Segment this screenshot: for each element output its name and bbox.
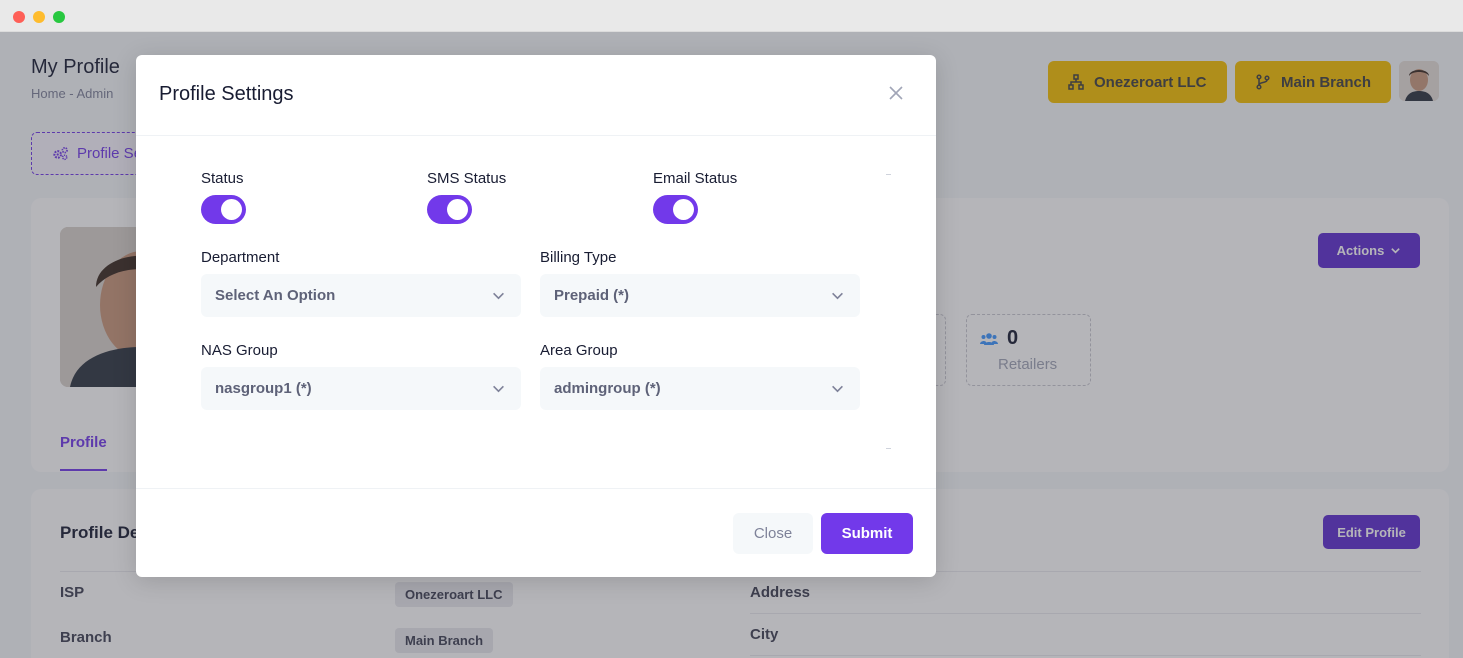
modal-footer-divider [136, 488, 936, 489]
app-background: My Profile Home - Admin Onezeroart LLC M… [0, 32, 1463, 658]
sms-status-label: SMS Status [427, 170, 507, 187]
modal-title: Profile Settings [159, 83, 294, 105]
billing-type-label: Billing Type [540, 249, 617, 266]
window-minimize-dot[interactable] [33, 11, 45, 23]
toggle-knob [673, 199, 694, 220]
billing-type-select[interactable]: Prepaid (*) [540, 274, 860, 317]
chevron-down-icon [493, 385, 504, 393]
email-status-toggle[interactable] [653, 195, 698, 224]
department-select-value: Select An Option [215, 287, 336, 304]
submit-button[interactable]: Submit [821, 513, 913, 554]
nas-group-select-value: nasgroup1 (*) [215, 380, 312, 397]
department-select[interactable]: Select An Option [201, 274, 521, 317]
chevron-down-icon [832, 385, 843, 393]
nas-group-select[interactable]: nasgroup1 (*) [201, 367, 521, 410]
toggle-knob [221, 199, 242, 220]
close-button[interactable]: Close [733, 513, 813, 554]
area-group-select-value: admingroup (*) [554, 380, 661, 397]
sms-status-toggle[interactable] [427, 195, 472, 224]
window-close-dot[interactable] [13, 11, 25, 23]
toggle-knob [447, 199, 468, 220]
chevron-down-icon [493, 292, 504, 300]
area-group-select[interactable]: admingroup (*) [540, 367, 860, 410]
billing-type-select-value: Prepaid (*) [554, 287, 630, 304]
department-label: Department [201, 249, 280, 266]
status-label: Status [201, 170, 244, 187]
modal-header-divider [136, 135, 936, 136]
area-group-label: Area Group [540, 342, 618, 359]
scrollbar-top-tick [886, 174, 891, 175]
window-zoom-dot[interactable] [53, 11, 65, 23]
close-icon[interactable] [888, 85, 904, 101]
status-toggle[interactable] [201, 195, 246, 224]
scrollbar-bottom-tick [886, 448, 891, 449]
window-titlebar [0, 0, 1463, 32]
email-status-label: Email Status [653, 170, 738, 187]
chevron-down-icon [832, 292, 843, 300]
nas-group-label: NAS Group [201, 342, 278, 359]
profile-settings-modal: Profile Settings Status SMS Status Email… [136, 55, 936, 577]
